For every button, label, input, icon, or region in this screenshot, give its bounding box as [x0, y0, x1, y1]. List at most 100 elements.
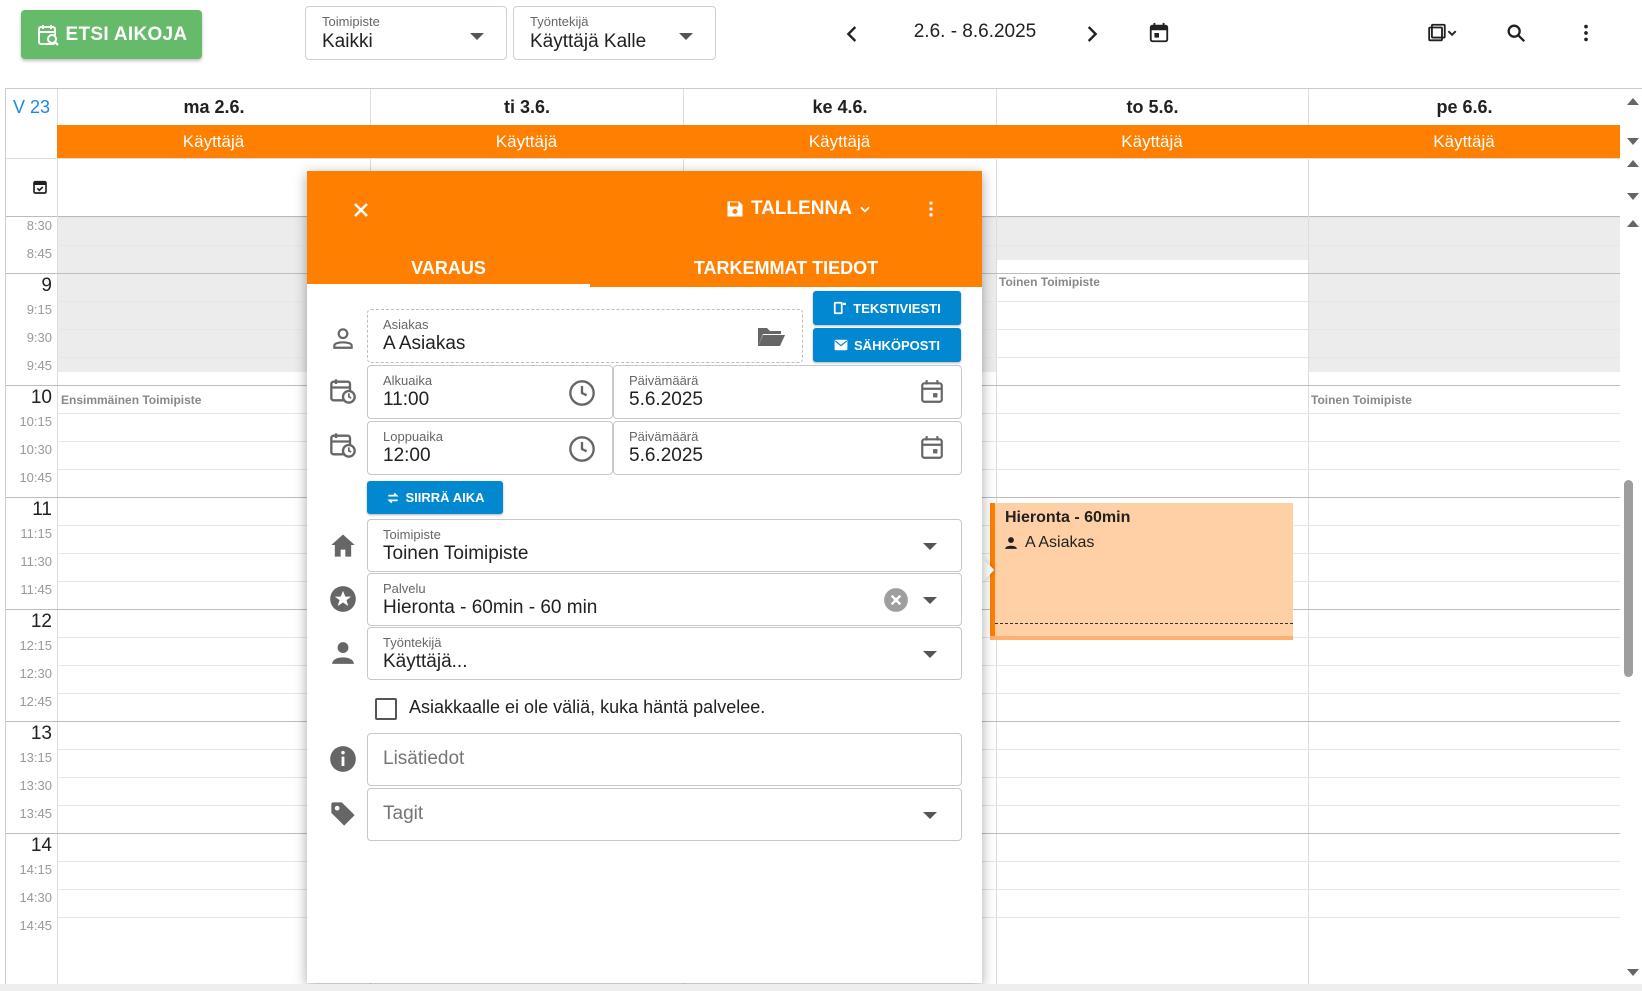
search-times-button[interactable]: ETSI AIKOJA — [21, 10, 202, 59]
calendar-today-icon — [1149, 22, 1169, 43]
move-time-label: SIIRRÄ AIKA — [405, 490, 485, 505]
sms-button[interactable]: TEKSTIVIESTI — [813, 291, 961, 325]
scroll-down-arrow-icon[interactable] — [1625, 965, 1641, 981]
search-times-label: ETSI AIKOJA — [65, 23, 188, 45]
employee-value: Käyttäjä... — [383, 651, 468, 672]
user-cell-mon: Käyttäjä — [182, 131, 245, 151]
start-time-field[interactable]: Alkuaika 11:00 — [367, 365, 613, 419]
tab-booking[interactable]: VARAUS — [307, 249, 590, 287]
time-label: 10:30 — [19, 442, 52, 457]
close-button[interactable] — [343, 192, 379, 228]
time-label: 12:30 — [19, 666, 52, 681]
save-button[interactable]: TALLENNA — [725, 191, 872, 227]
scroll-up-arrow-icon[interactable] — [1625, 215, 1641, 231]
time-label: 11:45 — [20, 582, 52, 597]
event-client: A Asiakas — [1025, 534, 1095, 551]
start-date-field[interactable]: Päivämäärä 5.6.2025 — [613, 365, 962, 419]
location-filter-value: Kaikki — [322, 31, 373, 52]
email-label: SÄHKÖPOSTI — [854, 337, 940, 353]
search-button[interactable] — [1500, 17, 1532, 49]
appointment-event[interactable]: Hieronta - 60min A Asiakas — [990, 503, 1293, 640]
next-week-button[interactable] — [1077, 20, 1105, 48]
column-divider — [1308, 217, 1309, 985]
time-label: 12 — [30, 611, 52, 632]
scroll-down-arrow-icon[interactable] — [1625, 134, 1641, 150]
time-label: 10:45 — [19, 470, 52, 485]
today-button[interactable] — [1143, 17, 1175, 49]
time-label: 11 — [32, 499, 52, 520]
info-icon — [328, 744, 358, 774]
calendar-icon[interactable] — [919, 435, 945, 461]
client-label: Asiakas — [383, 317, 429, 332]
employee-select[interactable]: Työntekijä Käyttäjä... — [367, 627, 962, 680]
day-header-fri[interactable]: pe 6.6. — [1308, 89, 1620, 125]
clear-icon[interactable] — [883, 587, 909, 613]
time-label: 12:15 — [19, 638, 52, 653]
dropdown-caret-icon[interactable] — [923, 651, 937, 658]
clock-icon[interactable] — [568, 435, 596, 463]
event-title: Hieronta - 60min — [1005, 509, 1131, 526]
previous-week-button[interactable] — [839, 20, 867, 48]
more-options-button[interactable] — [1570, 17, 1602, 49]
clock-icon[interactable] — [568, 379, 596, 407]
tags-select[interactable]: Tagit — [367, 788, 962, 841]
user-cell-tue: Käyttäjä — [495, 131, 558, 151]
time-label: 10:15 — [19, 414, 52, 429]
additional-info-input[interactable]: Lisätiedot — [367, 733, 962, 786]
service-select[interactable]: Palvelu Hieronta - 60min - 60 min — [367, 573, 962, 626]
end-date-label: Päivämäärä — [629, 429, 699, 444]
tab-details[interactable]: TARKEMMAT TIEDOT — [590, 249, 982, 287]
location-label: Toimipiste — [383, 527, 441, 542]
tag-icon — [328, 799, 358, 829]
end-date-field[interactable]: Päivämäärä 5.6.2025 — [613, 421, 962, 475]
scroll-up-arrow-icon[interactable] — [1625, 93, 1641, 109]
additional-info-placeholder: Lisätiedot — [383, 748, 465, 769]
time-label: 8:45 — [26, 246, 52, 261]
email-icon — [834, 339, 848, 351]
scrollbar-thumb[interactable] — [1624, 480, 1633, 677]
time-label: 9 — [41, 275, 52, 296]
tags-placeholder: Tagit — [383, 803, 424, 824]
day-header-tue[interactable]: ti 3.6. — [370, 89, 683, 125]
scroll-down-arrow-icon[interactable] — [1625, 189, 1641, 205]
bottom-edge — [0, 984, 1642, 991]
date-range-label[interactable]: 2.6. - 8.6.2025 — [880, 21, 1070, 43]
service-label: Palvelu — [383, 581, 426, 596]
time-label: 14:15 — [19, 862, 52, 877]
move-time-button[interactable]: SIIRRÄ AIKA — [367, 481, 503, 514]
scroll-up-arrow-icon[interactable] — [1625, 155, 1641, 171]
time-label: 9:30 — [26, 330, 52, 345]
email-button[interactable]: SÄHKÖPOSTI — [813, 328, 961, 362]
time-label: 11:15 — [20, 526, 52, 541]
calendar-icon[interactable] — [919, 379, 945, 405]
location-filter-select[interactable]: Toimipiste Kaikki — [305, 6, 507, 60]
client-field[interactable]: Asiakas A Asiakas — [367, 309, 803, 363]
unavailable-block — [1308, 260, 1620, 372]
day-header-wed[interactable]: ke 4.6. — [683, 89, 996, 125]
time-label: 13:15 — [19, 750, 52, 765]
any-employee-checkbox[interactable] — [375, 698, 397, 720]
dialog-more-button[interactable] — [913, 191, 949, 227]
chevron-down-icon — [860, 206, 870, 213]
time-label: 11:30 — [20, 554, 52, 569]
end-time-field[interactable]: Loppuaika 12:00 — [367, 421, 613, 475]
start-time-label: Alkuaika — [383, 373, 433, 388]
employee-label: Työntekijä — [383, 635, 442, 650]
location-value: Toinen Toimipiste — [383, 543, 529, 564]
folder-open-icon[interactable] — [756, 324, 786, 348]
dropdown-caret-icon[interactable] — [923, 812, 937, 819]
any-employee-checkbox-label[interactable]: Asiakkaalle ei ole väliä, kuka häntä pal… — [409, 697, 765, 718]
dropdown-caret-icon[interactable] — [923, 543, 937, 550]
location-select[interactable]: Toimipiste Toinen Toimipiste — [367, 519, 962, 572]
person-outline-icon — [328, 323, 358, 353]
home-icon — [328, 530, 358, 560]
day-header-mon[interactable]: ma 2.6. — [57, 89, 370, 125]
calendar-view-button[interactable] — [1422, 17, 1462, 49]
event-bottom-edge — [990, 636, 1293, 640]
more-vert-icon — [929, 201, 933, 217]
week-number: V 23 — [12, 96, 51, 117]
employee-filter-select[interactable]: Työntekijä Käyttäjä Kalle — [513, 6, 716, 60]
dropdown-caret-icon[interactable] — [923, 597, 937, 604]
day-header-thu[interactable]: to 5.6. — [996, 89, 1308, 125]
allday-divider — [57, 158, 58, 217]
